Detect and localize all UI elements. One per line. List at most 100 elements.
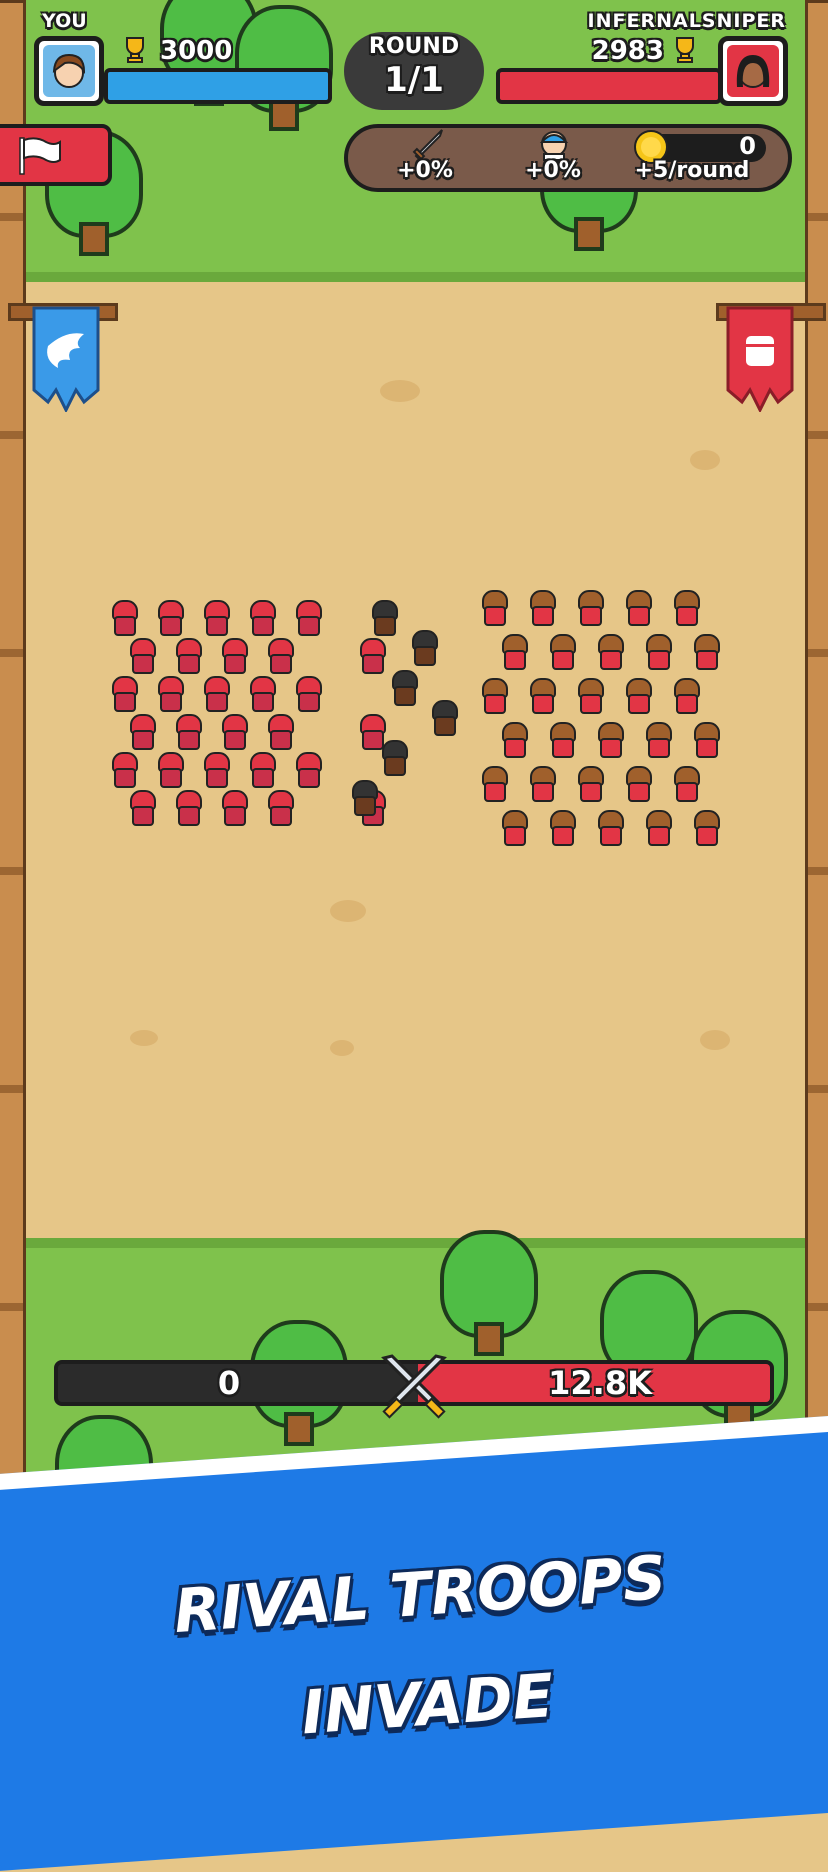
player-power-value: 0 <box>217 1364 241 1402</box>
swordsman <box>156 752 184 788</box>
trophy-icon <box>670 36 700 68</box>
archer <box>528 590 556 626</box>
sword-icon <box>412 129 443 161</box>
archer <box>528 678 556 714</box>
swordsman <box>128 638 156 674</box>
troops-bonus-value: +0% <box>525 158 581 183</box>
archer <box>672 766 700 802</box>
fist-banner-icon <box>726 306 794 412</box>
swordsman <box>156 676 184 712</box>
archer <box>596 634 624 670</box>
cavalry <box>380 740 408 776</box>
swordsman <box>110 752 138 788</box>
swordsman <box>174 714 202 750</box>
swordsman <box>110 600 138 636</box>
archer <box>624 590 652 626</box>
archer <box>500 810 528 846</box>
player-avatar[interactable] <box>34 36 104 106</box>
trophy-icon <box>120 36 150 68</box>
swordsman <box>220 638 248 674</box>
swordsman <box>248 752 276 788</box>
opponent-trophy-count: 2983 <box>591 36 664 66</box>
opponent-avatar[interactable] <box>718 36 788 106</box>
tree <box>225 5 335 131</box>
player-label: YOU <box>42 10 87 32</box>
archer <box>500 634 528 670</box>
left-fence <box>0 0 26 1506</box>
swordsman <box>294 752 322 788</box>
swordsman <box>110 676 138 712</box>
cavalry <box>410 630 438 666</box>
sand-mark <box>700 1030 730 1050</box>
round-value: 1/1 <box>384 60 444 100</box>
archer <box>480 678 508 714</box>
swordsman <box>266 638 294 674</box>
swordsman <box>202 676 230 712</box>
swordsman <box>266 714 294 750</box>
opponent-health-bar <box>496 68 722 104</box>
swordsman <box>266 790 294 826</box>
swordsman <box>248 676 276 712</box>
wing-banner-icon <box>32 306 100 412</box>
surrender-button[interactable] <box>0 124 112 186</box>
archer <box>548 722 576 758</box>
right-fence <box>805 0 828 1506</box>
archer <box>692 810 720 846</box>
swordsman <box>156 600 184 636</box>
cavalry <box>350 780 378 816</box>
swordsman <box>248 600 276 636</box>
archer <box>548 810 576 846</box>
archer <box>596 722 624 758</box>
swordsman <box>294 676 322 712</box>
archer <box>692 722 720 758</box>
soldier-icon <box>539 131 569 161</box>
archer <box>644 722 672 758</box>
opponent-power-value: 12.8K <box>548 1364 652 1402</box>
grass-edge <box>20 1238 808 1248</box>
archer <box>576 590 604 626</box>
archer <box>500 722 528 758</box>
swordsman <box>294 600 322 636</box>
white-flag-icon <box>19 137 61 175</box>
attack-bonus-value: +0% <box>397 158 453 183</box>
archer <box>644 810 672 846</box>
sand-mark <box>380 380 420 402</box>
archer <box>548 634 576 670</box>
sand-mark <box>130 1030 158 1046</box>
archer <box>576 766 604 802</box>
swordsman <box>174 638 202 674</box>
enemy-army <box>330 590 760 890</box>
archer <box>480 590 508 626</box>
cavalry <box>390 670 418 706</box>
swordsman <box>202 752 230 788</box>
swordsman <box>202 600 230 636</box>
archer <box>624 766 652 802</box>
opponent-label: INFERNALSNIPER <box>587 10 786 32</box>
grass-edge <box>20 272 808 282</box>
swordsman <box>174 790 202 826</box>
player-health-bar <box>104 68 332 104</box>
sand-mark <box>690 450 720 470</box>
swordsman <box>220 714 248 750</box>
archer <box>596 810 624 846</box>
archer <box>576 678 604 714</box>
swordsman <box>128 714 156 750</box>
cavalry <box>430 700 458 736</box>
swordsman <box>128 790 156 826</box>
archer <box>672 590 700 626</box>
player-trophy-count: 3000 <box>160 36 233 66</box>
cavalry <box>370 600 398 636</box>
archer <box>644 634 672 670</box>
archer <box>692 634 720 670</box>
crossed-swords-icon <box>381 1354 447 1419</box>
round-label: ROUND <box>368 34 460 59</box>
archer <box>624 678 652 714</box>
archer <box>528 766 556 802</box>
swordsman <box>220 790 248 826</box>
archer <box>672 678 700 714</box>
gold-count: 0 <box>739 132 756 160</box>
sand-mark <box>330 1040 354 1056</box>
sand-mark <box>330 900 366 922</box>
archer <box>480 766 508 802</box>
gold-bonus-value: +5/round <box>634 158 750 183</box>
